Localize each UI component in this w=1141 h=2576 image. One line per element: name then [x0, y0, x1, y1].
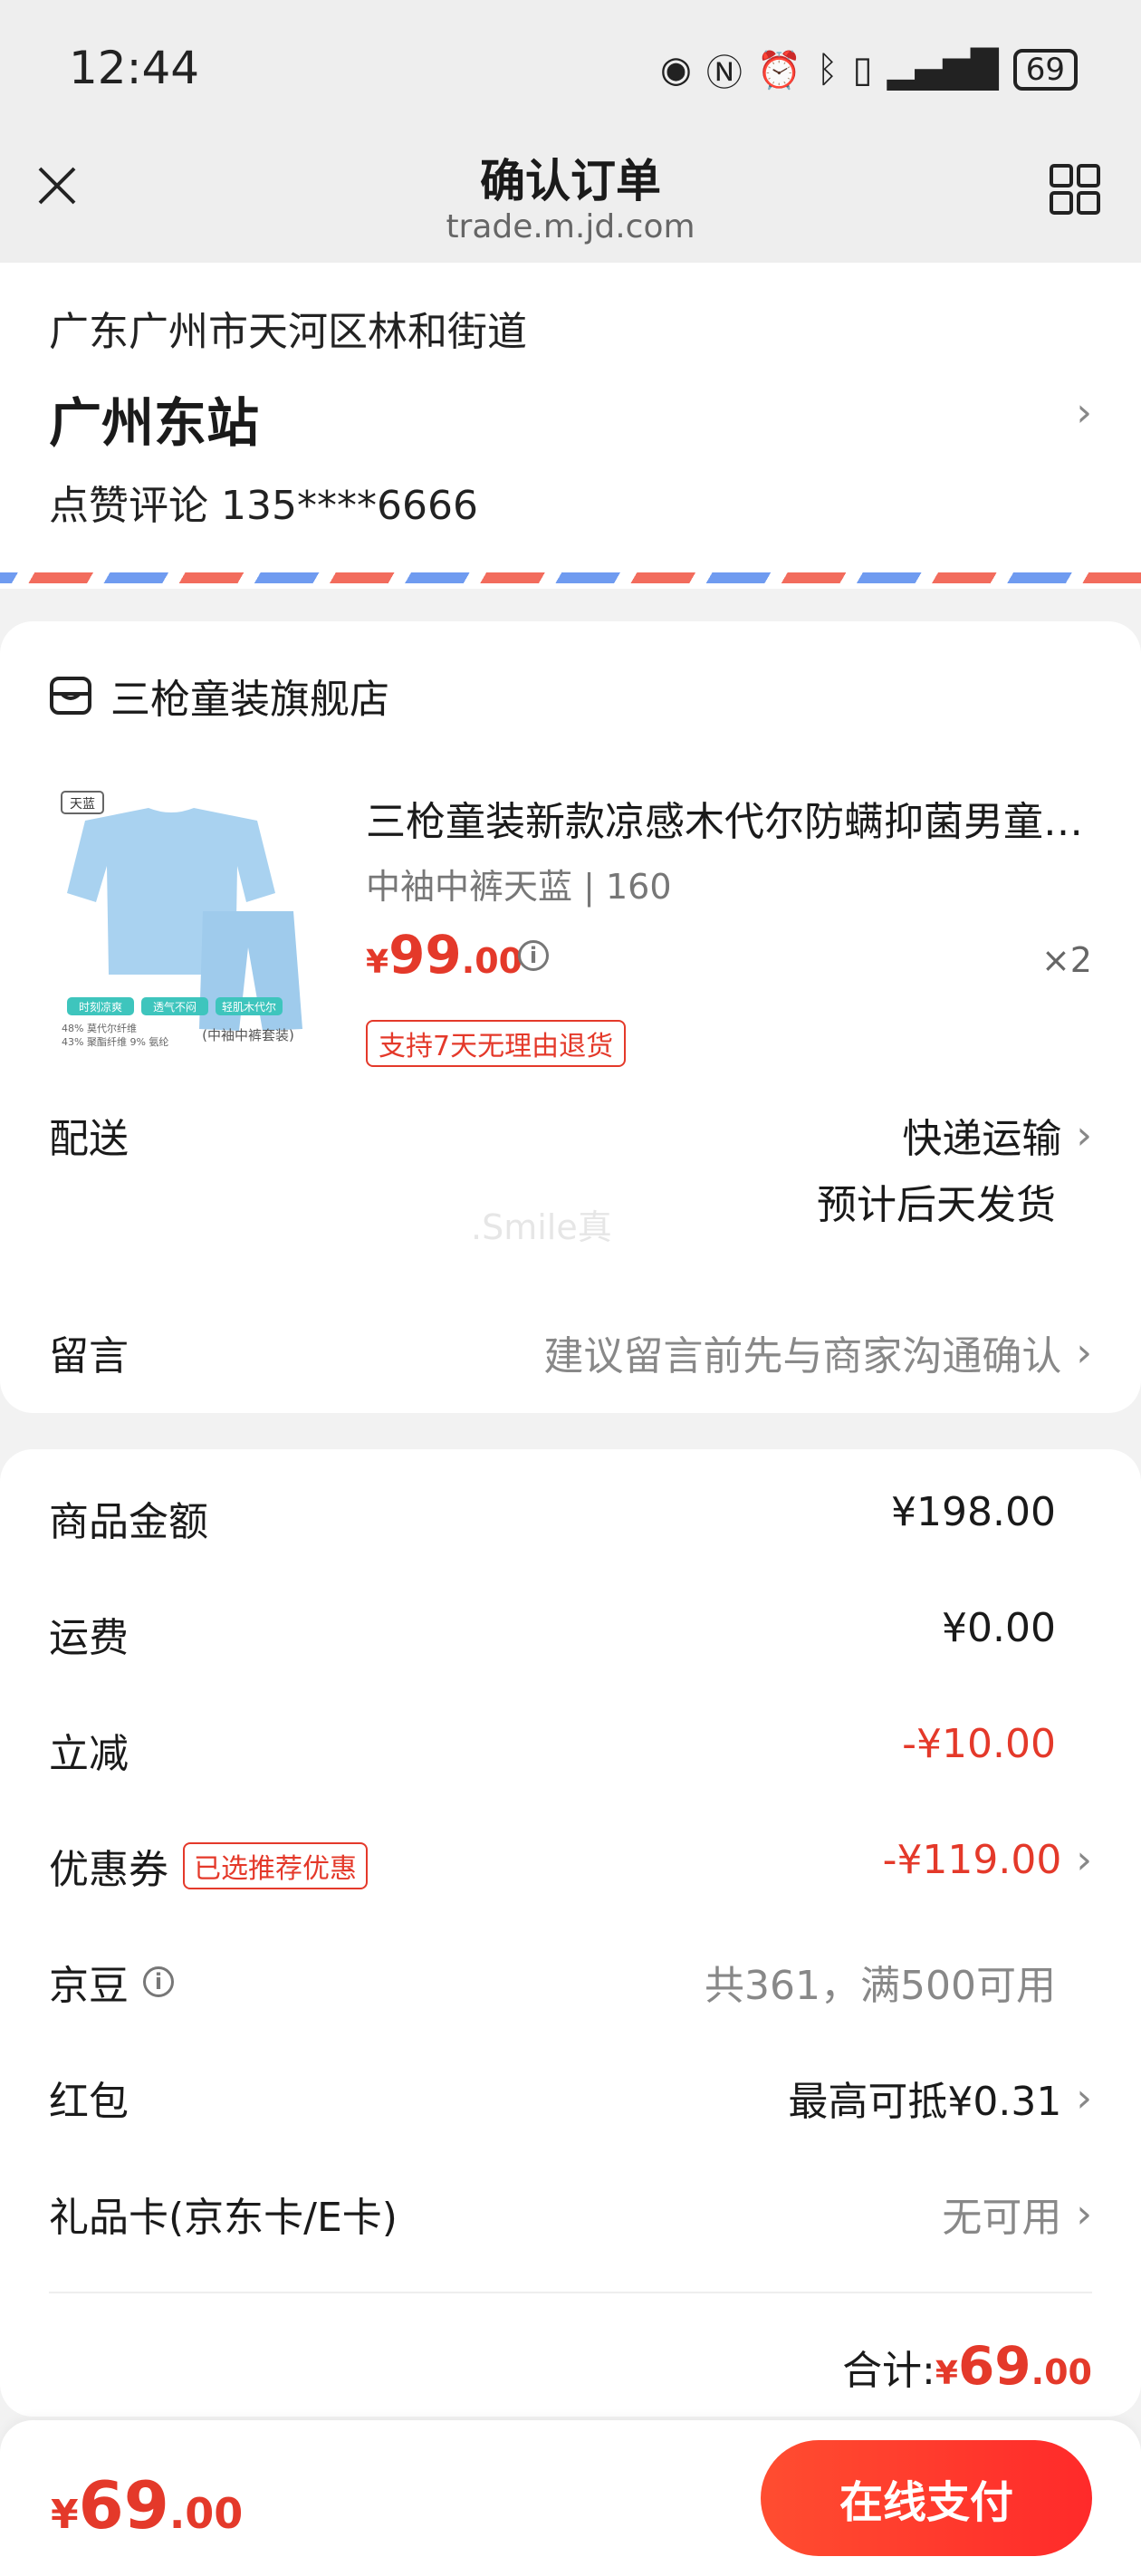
status-bar: 12:44 ◉ Ⓝ ⏰ ᛒ ▯ ▂▄▆█ 69 — [0, 0, 1141, 136]
address-region: 广东广州市天河区林和街道 — [49, 309, 527, 355]
discount-value: -¥10.00 — [902, 1721, 1056, 1767]
coupon-value[interactable]: -¥119.00 › — [883, 1837, 1092, 1883]
divider — [49, 2292, 1092, 2293]
grid-menu-icon[interactable] — [1049, 163, 1101, 216]
chevron-right-icon: › — [1076, 2190, 1092, 2237]
vibrate-icon: ▯ — [852, 49, 873, 91]
product-quantity: ×2 — [1040, 940, 1092, 980]
red-packet-value[interactable]: 最高可抵¥0.31 › — [788, 2069, 1092, 2127]
jd-beans-label: 京豆 — [49, 1963, 129, 2009]
delivery-label: 配送 — [49, 1116, 129, 1162]
eye-icon: ◉ — [659, 49, 692, 91]
coupon-badge: 已选推荐优惠 — [183, 1842, 368, 1889]
bluetooth-icon: ᛒ — [816, 49, 839, 91]
info-icon[interactable]: i — [143, 1966, 174, 1997]
page-url: trade.m.jd.com — [446, 208, 695, 245]
address-card[interactable]: 广东广州市天河区林和街道 广州东站 点赞评论 135****6666 › — [0, 263, 1141, 589]
image-badge-text: 天蓝 — [70, 797, 95, 812]
svg-text:43% 聚酯纤维 9% 氨纶: 43% 聚酯纤维 9% 氨纶 — [62, 1035, 168, 1048]
status-time: 12:44 — [69, 42, 200, 94]
checkout-bar: ¥ 69 .00 在线支付 — [0, 2420, 1141, 2576]
store-icon — [50, 677, 91, 715]
address-name: 广州东站 — [49, 392, 260, 454]
svg-text:(中袖中裤套装): (中袖中裤套装) — [202, 1027, 294, 1043]
message-input[interactable]: 建议留言前先与商家沟通确认 › — [543, 1323, 1092, 1381]
discount-label: 立减 — [49, 1731, 129, 1777]
price-summary-card: 商品金额 ¥198.00 运费 ¥0.00 立减 -¥10.00 优惠券 已选推… — [0, 1449, 1141, 2417]
chevron-right-icon: › — [1076, 1837, 1092, 1883]
delivery-method[interactable]: 快递运输 › — [902, 1106, 1092, 1164]
product-spec[interactable]: 中袖中裤天蓝 | 160 — [366, 859, 672, 908]
coupon-row: 优惠券 已选推荐优惠 — [49, 1837, 368, 1895]
chevron-right-icon: › — [1076, 1329, 1092, 1376]
goods-amount-value: ¥198.00 — [891, 1489, 1056, 1535]
total-label: 合计: — [842, 2348, 935, 2394]
product-title[interactable]: 三枪童装新款凉感木代尔防螨抑菌男童女童家居服套装 — [366, 789, 1090, 847]
nav-bar: 确认订单 trade.m.jd.com — [0, 136, 1141, 263]
watermark: .Smile真 — [471, 1207, 612, 1247]
signal-icon: ▂▄▆█ — [887, 49, 999, 91]
bottom-total-price: ¥ 69 .00 — [51, 2467, 244, 2543]
total-row: 合计: ¥ 69 .00 — [842, 2335, 1092, 2397]
airmail-border — [0, 572, 1141, 583]
coupon-label: 优惠券 — [49, 1847, 168, 1893]
svg-text:时刻凉爽: 时刻凉爽 — [79, 1000, 122, 1014]
gift-card-value[interactable]: 无可用 › — [942, 2185, 1092, 2243]
shop-name: 三枪童装旗舰店 — [110, 677, 389, 723]
shipping-value: ¥0.00 — [942, 1605, 1056, 1651]
status-icons: ◉ Ⓝ ⏰ ᛒ ▯ ▂▄▆█ 69 — [660, 43, 1078, 96]
jd-beans-row: 京豆 i — [49, 1953, 174, 2011]
product-image[interactable]: 天蓝 时刻凉爽 透气不闷 轻肌木代尔 48% 莫代尔纤维 43% 聚酯纤维 9%… — [49, 775, 330, 1056]
order-card: 三枪童装旗舰店 天蓝 时刻凉爽 透气不闷 轻肌木代尔 48% 莫代尔纤维 43%… — [0, 621, 1141, 1413]
nfc-icon: Ⓝ — [705, 53, 743, 94]
goods-amount-label: 商品金额 — [49, 1499, 208, 1545]
address-contact: 点赞评论 135****6666 — [49, 483, 478, 529]
battery-indicator: 69 — [1012, 49, 1078, 91]
svg-text:轻肌木代尔: 轻肌木代尔 — [222, 1000, 276, 1014]
chevron-right-icon: › — [1076, 1111, 1092, 1158]
svg-text:透气不闷: 透气不闷 — [153, 1000, 197, 1014]
return-policy-badge: 支持7天无理由退货 — [366, 1020, 627, 1067]
page-title: 确认订单 — [480, 155, 661, 207]
alarm-icon: ⏰ — [756, 49, 802, 91]
product-price: ¥ 99 .00 — [366, 924, 523, 985]
shop-row[interactable]: 三枪童装旗舰店 — [49, 667, 389, 725]
chevron-right-icon: › — [1076, 2074, 1092, 2121]
message-label: 留言 — [49, 1333, 129, 1379]
chevron-right-icon: › — [1076, 389, 1092, 436]
pay-online-button[interactable]: 在线支付 — [761, 2440, 1092, 2556]
svg-text:48% 莫代尔纤维: 48% 莫代尔纤维 — [62, 1023, 137, 1034]
info-icon[interactable]: i — [518, 940, 549, 971]
jd-beans-value: 共361，满500可用 — [705, 1963, 1056, 2009]
total-amount: ¥ 69 .00 — [935, 2335, 1092, 2397]
red-packet-label: 红包 — [49, 2079, 129, 2125]
shipping-label: 运费 — [49, 1615, 129, 1661]
delivery-eta: 预计后天发货 — [817, 1182, 1056, 1228]
gift-card-label: 礼品卡(京东卡/E卡) — [49, 2195, 398, 2241]
